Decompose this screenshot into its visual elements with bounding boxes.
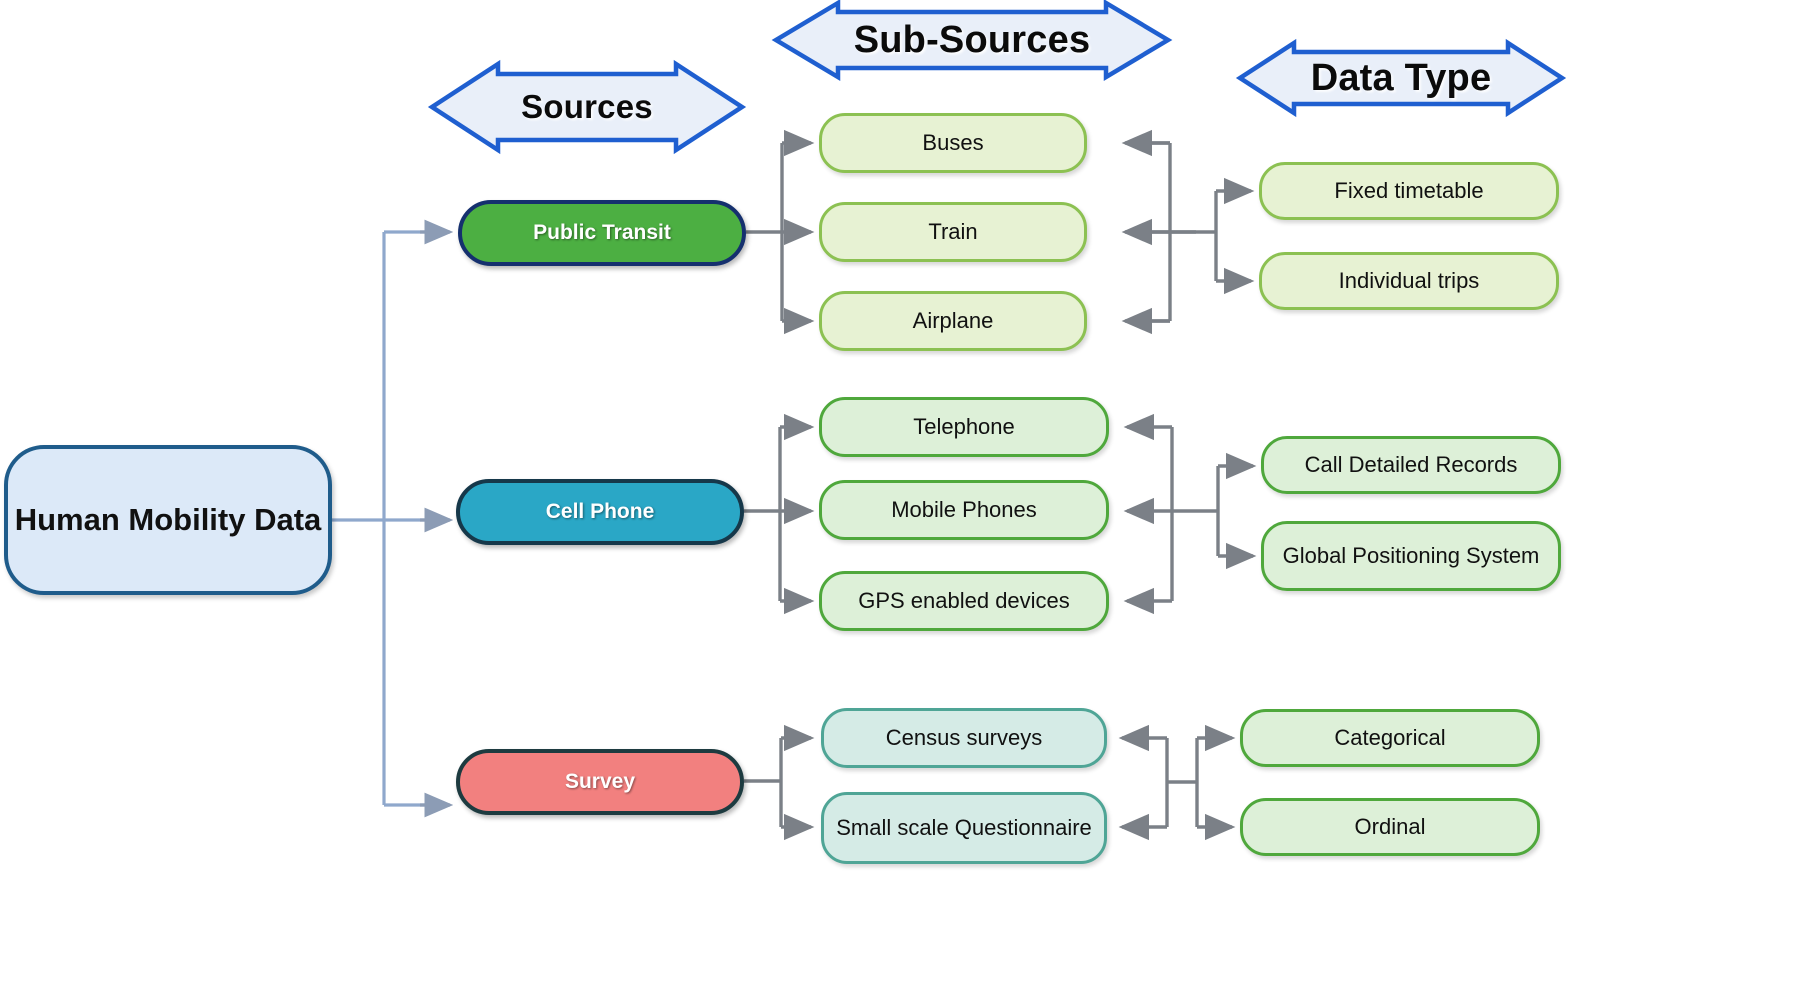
banner-data-type-label: Data Type bbox=[1310, 56, 1492, 99]
node-label: Categorical bbox=[1334, 725, 1446, 751]
node-label: Train bbox=[928, 219, 978, 245]
node-subsource-train[interactable]: Train bbox=[819, 202, 1087, 262]
node-subsource-small-scale-questionnaire[interactable]: Small scale Questionnaire bbox=[821, 792, 1107, 864]
node-label: Ordinal bbox=[1354, 814, 1426, 840]
node-label: Census surveys bbox=[885, 725, 1043, 751]
node-datatype-individual-trips[interactable]: Individual trips bbox=[1259, 252, 1559, 310]
node-subsource-buses[interactable]: Buses bbox=[819, 113, 1087, 173]
node-subsource-telephone[interactable]: Telephone bbox=[819, 397, 1109, 457]
node-datatype-categorical[interactable]: Categorical bbox=[1240, 709, 1540, 767]
node-source-public-transit[interactable]: Public Transit bbox=[458, 200, 746, 266]
node-label: Survey bbox=[564, 769, 636, 793]
node-label: Small scale Questionnaire bbox=[836, 815, 1092, 841]
node-label: Global Positioning System bbox=[1282, 543, 1540, 569]
node-subsource-census-surveys[interactable]: Census surveys bbox=[821, 708, 1107, 768]
banner-data-type: Data Type bbox=[1235, 38, 1567, 118]
node-label: Public Transit bbox=[533, 220, 671, 244]
diagram-canvas: Sources Sub-Sources Data Type Human Mobi… bbox=[0, 0, 1800, 1000]
node-source-survey[interactable]: Survey bbox=[456, 749, 744, 815]
banner-sources: Sources bbox=[427, 59, 747, 155]
node-datatype-fixed-timetable[interactable]: Fixed timetable bbox=[1259, 162, 1559, 220]
node-label: Airplane bbox=[912, 308, 994, 334]
banner-sub-sources: Sub-Sources bbox=[771, 0, 1173, 81]
node-label: Cell Phone bbox=[545, 499, 655, 523]
node-label: Telephone bbox=[913, 414, 1015, 440]
node-label: Buses bbox=[922, 130, 984, 156]
node-label: Mobile Phones bbox=[891, 497, 1037, 523]
node-label: Fixed timetable bbox=[1334, 178, 1484, 204]
node-human-mobility-data[interactable]: Human Mobility Data bbox=[4, 445, 332, 595]
node-subsource-airplane[interactable]: Airplane bbox=[819, 291, 1087, 351]
banner-sub-sources-label: Sub-Sources bbox=[853, 18, 1091, 61]
node-label: Call Detailed Records bbox=[1304, 452, 1518, 478]
node-datatype-call-detailed-records[interactable]: Call Detailed Records bbox=[1261, 436, 1561, 494]
node-subsource-mobile-phones[interactable]: Mobile Phones bbox=[819, 480, 1109, 540]
node-subsource-gps-enabled-devices[interactable]: GPS enabled devices bbox=[819, 571, 1109, 631]
node-label: Human Mobility Data bbox=[14, 501, 322, 537]
node-datatype-ordinal[interactable]: Ordinal bbox=[1240, 798, 1540, 856]
node-label: Individual trips bbox=[1338, 268, 1480, 294]
node-label: GPS enabled devices bbox=[858, 588, 1070, 614]
node-source-cell-phone[interactable]: Cell Phone bbox=[456, 479, 744, 545]
banner-sources-label: Sources bbox=[521, 88, 653, 125]
node-datatype-global-positioning-system[interactable]: Global Positioning System bbox=[1261, 521, 1561, 591]
